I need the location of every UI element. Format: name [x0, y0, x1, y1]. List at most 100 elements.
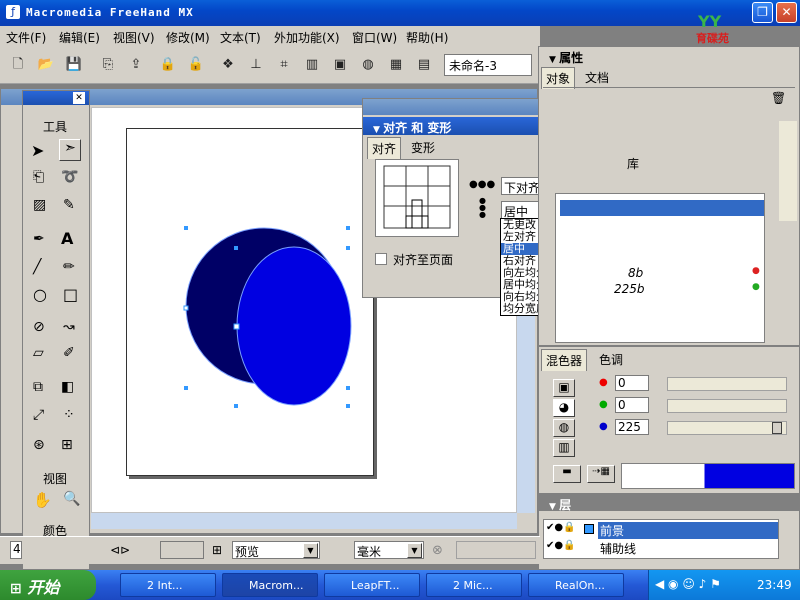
- rectangle-tool-icon[interactable]: □: [63, 285, 78, 304]
- lock-icon[interactable]: 🔒: [158, 55, 178, 75]
- visible-check-icon[interactable]: ✔●🔒: [546, 522, 576, 533]
- menu-xtras[interactable]: 外加功能(X): [274, 29, 340, 46]
- menu-view[interactable]: 视图(V): [113, 29, 155, 46]
- transform-icon[interactable]: ⌗: [274, 55, 294, 75]
- handle-center[interactable]: [233, 323, 240, 330]
- close-button[interactable]: ✕: [776, 2, 797, 23]
- collapse-icon[interactable]: ▼: [549, 502, 559, 512]
- zoom-tool-icon[interactable]: 🔍: [63, 491, 80, 507]
- green-slider[interactable]: [667, 399, 787, 413]
- layers-icon[interactable]: ▤: [414, 55, 434, 75]
- blue-slider-thumb[interactable]: [772, 422, 782, 434]
- system-color-icon[interactable]: ▥: [553, 439, 575, 457]
- task-realone[interactable]: RealOn...: [528, 573, 624, 597]
- unlock-icon[interactable]: 🔓: [186, 55, 206, 75]
- task-word[interactable]: 2 Mic...: [426, 573, 522, 597]
- task-freehand[interactable]: Macrom...: [222, 573, 318, 597]
- brush-tool-icon[interactable]: ✐: [63, 345, 75, 361]
- eraser-tool-icon[interactable]: ▱: [33, 345, 44, 361]
- hls-mode-icon[interactable]: ◍: [553, 419, 575, 437]
- tray-icons[interactable]: ◀ ◉ ☺ ♪ ⚑: [655, 577, 721, 591]
- green-input[interactable]: 0: [615, 397, 649, 413]
- task-ie[interactable]: 2 Int...: [120, 573, 216, 597]
- handle-br2[interactable]: [346, 404, 350, 408]
- blue-slider[interactable]: [667, 421, 787, 435]
- pen-tool-icon[interactable]: ✒: [33, 231, 45, 247]
- page-select[interactable]: 4: [10, 541, 22, 559]
- zoom-select[interactable]: [160, 541, 204, 559]
- graphic-hose-icon[interactable]: ⁘: [63, 407, 75, 423]
- pencil-tool-icon[interactable]: ✏: [63, 259, 75, 275]
- menu-modify[interactable]: 修改(M): [166, 29, 210, 46]
- library-icon[interactable]: ▥: [302, 55, 322, 75]
- document-selector[interactable]: 未命名-3: [444, 54, 532, 76]
- artwork[interactable]: [180, 220, 360, 420]
- library-tab[interactable]: 库: [627, 155, 639, 172]
- handle-br[interactable]: [346, 386, 350, 390]
- trash-icon[interactable]: 🗑: [771, 91, 786, 105]
- align-grid-icon[interactable]: [376, 160, 458, 236]
- tab-document[interactable]: 文档: [581, 67, 614, 88]
- freeform-tool-icon[interactable]: ↝: [63, 319, 75, 335]
- layer-name-guides[interactable]: 辅助线: [600, 540, 636, 557]
- menu-help[interactable]: 帮助(H): [406, 29, 448, 46]
- list-item-selected[interactable]: [560, 200, 764, 216]
- pointer-tool-icon[interactable]: ➤: [31, 141, 44, 160]
- align-to-page-checkbox[interactable]: [375, 253, 387, 265]
- tab-align[interactable]: 对齐: [367, 137, 402, 159]
- handle-tr[interactable]: [346, 226, 350, 230]
- tab-transform[interactable]: 变形: [407, 137, 440, 158]
- handle-tm[interactable]: [234, 246, 238, 250]
- horizontal-scrollbar[interactable]: [91, 513, 517, 529]
- page-tool-icon[interactable]: ⎗: [33, 169, 44, 185]
- menu-window[interactable]: 窗口(W): [352, 29, 397, 46]
- tab-object[interactable]: 对象: [541, 67, 576, 89]
- properties-scrollbar[interactable]: [779, 121, 797, 221]
- layer-color-swatch[interactable]: [584, 524, 594, 534]
- ellipse-front[interactable]: [236, 246, 352, 406]
- knife-tool-icon[interactable]: ⊘: [33, 319, 45, 335]
- chevron-down-icon[interactable]: ▼: [407, 543, 422, 558]
- page-nav-icon[interactable]: ⊲⊳: [110, 543, 130, 557]
- units-select[interactable]: 毫米 ▼: [354, 541, 424, 559]
- ellipse-tool-icon[interactable]: ○: [33, 285, 47, 304]
- rgb-mode-icon[interactable]: ◕: [553, 399, 575, 417]
- perspective-tool-icon[interactable]: ⧉: [33, 379, 43, 395]
- layer-name-foreground[interactable]: 前景: [598, 522, 778, 539]
- view-mode-select[interactable]: 预览 ▼: [232, 541, 320, 559]
- blend-tool-icon[interactable]: ◧: [61, 379, 74, 395]
- export-icon[interactable]: ⇪: [126, 55, 146, 75]
- chevron-down-icon[interactable]: ▼: [303, 543, 318, 558]
- tab-tints[interactable]: 色调: [595, 349, 628, 370]
- tab-mixer[interactable]: 混色器: [541, 349, 588, 371]
- import-icon[interactable]: ⎘: [98, 55, 118, 75]
- red-input[interactable]: 0: [615, 375, 649, 391]
- handle-ml[interactable]: [183, 305, 189, 311]
- scale-tool-icon[interactable]: ⤢: [33, 407, 44, 423]
- collapse-icon[interactable]: ▼: [549, 55, 559, 65]
- layer-row-guides[interactable]: ✔●🔒 辅助线: [544, 540, 778, 556]
- visible-check-icon[interactable]: ✔●🔒: [546, 540, 576, 551]
- menu-text[interactable]: 文本(T): [220, 29, 261, 46]
- menu-file[interactable]: 文件(F): [6, 29, 46, 46]
- save-icon[interactable]: 💾: [64, 55, 84, 75]
- page-add-icon[interactable]: ⊞: [212, 543, 222, 557]
- cancel-icon[interactable]: ⊗: [432, 543, 443, 558]
- add-to-swatches-icon[interactable]: ▬: [553, 465, 581, 483]
- layer-row-foreground[interactable]: ✔●🔒 前景: [544, 522, 778, 539]
- group-icon[interactable]: ❖: [218, 55, 238, 75]
- connector-tool-icon[interactable]: ⊛: [33, 437, 45, 453]
- trace-tool-icon[interactable]: ▨: [33, 197, 46, 213]
- align-icon[interactable]: ⊥: [246, 55, 266, 75]
- handle-bl[interactable]: [184, 386, 188, 390]
- object-icon[interactable]: ▣: [330, 55, 350, 75]
- hand-tool-icon[interactable]: ✋: [33, 491, 52, 509]
- menu-edit[interactable]: 编辑(E): [59, 29, 100, 46]
- lasso-tool-icon[interactable]: ➰: [61, 169, 78, 185]
- eyedropper-tool-icon[interactable]: ✎: [63, 197, 75, 213]
- chart-tool-icon[interactable]: ⊞: [61, 437, 73, 453]
- new-icon[interactable]: 🗋: [8, 55, 28, 75]
- open-icon[interactable]: 📂: [36, 55, 56, 75]
- restore-button[interactable]: ❐: [752, 2, 773, 23]
- line-tool-icon[interactable]: ╱: [33, 259, 41, 275]
